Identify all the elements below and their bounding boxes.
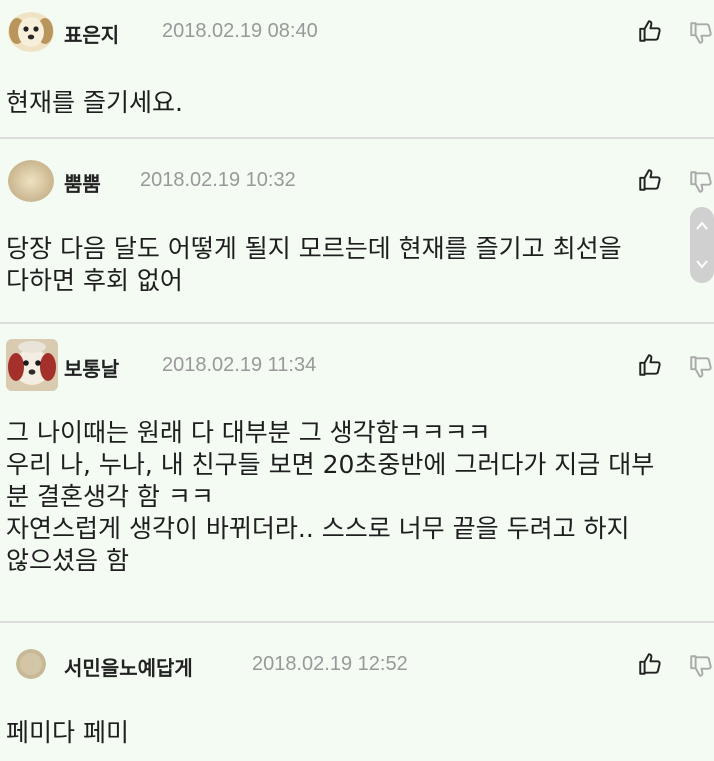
timestamp: 2018.02.19 10:32 bbox=[140, 169, 296, 191]
avatar[interactable] bbox=[8, 160, 54, 202]
comment-line: 페미다 페미 bbox=[6, 718, 129, 747]
nickname[interactable]: 뿜뿜 bbox=[64, 168, 101, 197]
comment-line: 우리 나, 누나, 내 친구들 보면 20초중반에 그러다가 지금 대부 bbox=[6, 450, 655, 479]
divider bbox=[0, 137, 714, 139]
thumbs-up-icon[interactable] bbox=[637, 651, 663, 677]
thumbs-down-icon[interactable] bbox=[688, 169, 714, 195]
thumbs-down-icon[interactable] bbox=[688, 653, 714, 679]
thumbs-down-icon[interactable] bbox=[688, 20, 714, 46]
avatar[interactable] bbox=[16, 649, 46, 679]
comment-text: 현재를 즐기세요. bbox=[6, 87, 706, 119]
scroll-handle[interactable] bbox=[690, 207, 714, 283]
avatar[interactable] bbox=[6, 339, 58, 391]
comment-line: 다하면 후회 없어 bbox=[6, 266, 183, 295]
nickname[interactable]: 보통날 bbox=[64, 353, 119, 382]
nickname[interactable]: 서민을노예답게 bbox=[64, 652, 193, 681]
avatar[interactable] bbox=[8, 12, 54, 52]
thumbs-down-icon[interactable] bbox=[688, 354, 714, 380]
comment-line: 현재를 즐기세요. bbox=[6, 88, 183, 117]
thumbs-up-icon[interactable] bbox=[637, 18, 663, 44]
comment-line: 당장 다음 달도 어떻게 될지 모르는데 현재를 즐기고 최선을 bbox=[6, 234, 622, 263]
comment-line: 자연스럽게 생각이 바뀌더라.. 스스로 너무 끝을 두려고 하지 bbox=[6, 514, 630, 543]
comment-line: 분 결혼생각 함 ㅋㅋ bbox=[6, 482, 214, 511]
comment-header: 뿜뿜 2018.02.19 10:32 bbox=[0, 150, 714, 210]
nickname[interactable]: 표은지 bbox=[64, 19, 119, 48]
timestamp: 2018.02.19 08:40 bbox=[162, 20, 318, 42]
thumbs-up-icon[interactable] bbox=[637, 352, 663, 378]
comment-line: 않으셨음 함 bbox=[6, 546, 129, 575]
comment-text: 페미다 페미 bbox=[6, 717, 706, 749]
comment-text: 당장 다음 달도 어떻게 될지 모르는데 현재를 즐기고 최선을 다하면 후회 … bbox=[6, 233, 706, 297]
thumbs-up-icon[interactable] bbox=[637, 167, 663, 193]
comment-header: 표은지 2018.02.19 08:40 bbox=[0, 0, 714, 60]
divider bbox=[0, 621, 714, 623]
timestamp: 2018.02.19 12:52 bbox=[252, 653, 408, 675]
comment-line: 그 나이때는 원래 다 대부분 그 생각함ㅋㅋㅋㅋ bbox=[6, 418, 491, 447]
comment-header: 보통날 2018.02.19 11:34 bbox=[0, 333, 714, 393]
comment-text: 그 나이때는 원래 다 대부분 그 생각함ㅋㅋㅋㅋ 우리 나, 누나, 내 친구… bbox=[6, 417, 706, 577]
timestamp: 2018.02.19 11:34 bbox=[162, 354, 317, 376]
divider bbox=[0, 322, 714, 324]
comment-header: 서민을노예답게 2018.02.19 12:52 bbox=[0, 633, 714, 693]
